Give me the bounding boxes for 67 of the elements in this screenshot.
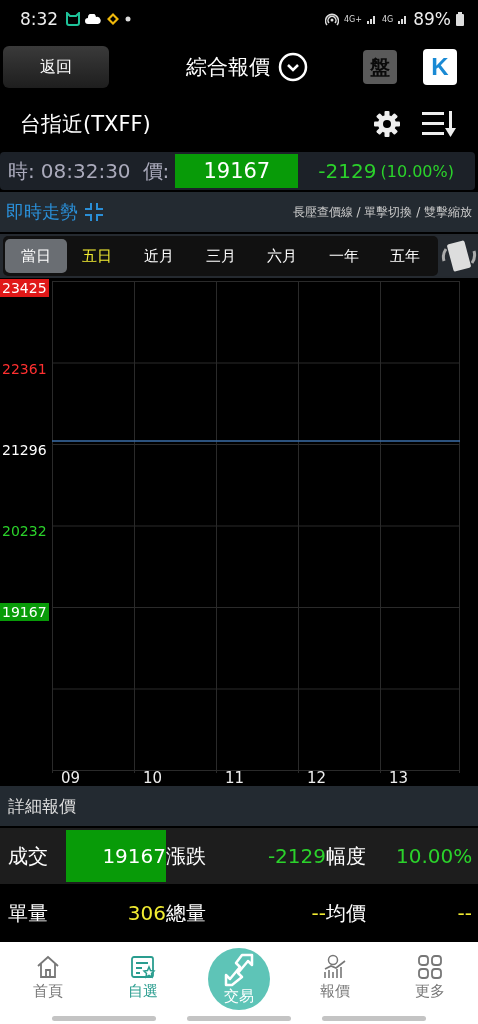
price-label: 價: — [142, 157, 170, 185]
pan-button[interactable]: 盤 — [363, 50, 397, 84]
field-value: -2129 — [266, 844, 326, 868]
price-axis-label: 21296 — [1, 441, 48, 459]
field-label: 幅度 — [326, 842, 367, 870]
last-price: 19167 — [175, 154, 299, 188]
chart-coin-icon — [321, 954, 348, 980]
star-list-icon — [130, 954, 157, 980]
nav-tab[interactable]: 自選 — [122, 950, 165, 1006]
nav-tab[interactable]: 報價 — [313, 950, 356, 1006]
field-value: -- — [310, 901, 326, 925]
section-title: 詳細報價 — [8, 794, 76, 818]
price-axis-label: 20232 — [1, 522, 48, 540]
nav-tab[interactable]: 更多 — [409, 950, 452, 1006]
network-label: 4G — [381, 14, 394, 24]
price-axis-label: 23425 — [0, 279, 49, 297]
k-button[interactable]: K — [423, 49, 457, 85]
network-label: 4G+ — [343, 14, 362, 24]
grid-icon — [417, 954, 444, 980]
field-value: 10.00% — [396, 844, 473, 868]
page-title: 綜合報價 — [186, 54, 270, 81]
time-axis-label: 11 — [225, 769, 245, 787]
field-label: 均價 — [326, 899, 367, 927]
hotspot-icon — [324, 12, 339, 26]
price-axis-label: 19167 — [0, 603, 49, 621]
period-tab[interactable]: 一年 — [312, 239, 375, 273]
section-title: 即時走勢 — [6, 200, 78, 224]
battery-percent: 89% — [413, 9, 451, 29]
field-value: 19167 — [66, 830, 166, 882]
battery-icon — [456, 12, 464, 26]
price-axis-label: 22361 — [1, 360, 48, 378]
symbol-name: 台指近(TXFF) — [20, 111, 152, 138]
period-tab[interactable]: 當日 — [5, 239, 67, 273]
period-tab[interactable]: 五年 — [374, 239, 437, 273]
diamond-icon — [106, 12, 121, 26]
collapse-icon[interactable] — [84, 202, 104, 222]
cat-icon — [66, 12, 81, 26]
field-label: 總量 — [166, 899, 207, 927]
field-label: 單量 — [8, 899, 49, 927]
settings-icon[interactable] — [372, 109, 402, 139]
field-label: 漲跌 — [166, 842, 207, 870]
time-axis-label: 13 — [389, 769, 409, 787]
time-axis-label: 10 — [143, 769, 163, 787]
sort-icon[interactable] — [422, 110, 458, 138]
dot-icon — [125, 16, 132, 22]
period-tab[interactable]: 六月 — [251, 239, 313, 273]
signal-icon — [398, 14, 409, 24]
field-value: -- — [456, 901, 472, 925]
status-time: 8:32 — [20, 9, 59, 29]
dropdown-icon[interactable] — [278, 52, 308, 82]
field-label: 成交 — [8, 842, 49, 870]
cloud-icon — [85, 14, 102, 24]
signal-icon — [366, 14, 377, 24]
field-value: 306 — [126, 901, 166, 925]
chart-hint: 長壓查價線 / 單擊切換 / 雙擊縮放 — [292, 203, 472, 221]
time-axis-label: 12 — [307, 769, 327, 787]
arrows-icon — [224, 952, 254, 987]
period-tab[interactable]: 近月 — [128, 239, 190, 273]
price-change: -2129 — [318, 159, 377, 183]
change-percent: (10.00%) — [380, 161, 454, 181]
time-label: 時: — [8, 157, 35, 185]
quote-time: 08:32:30 — [40, 159, 131, 183]
back-button[interactable]: 返回 — [3, 46, 109, 88]
nav-tab[interactable]: 首頁 — [26, 950, 69, 1006]
period-tab[interactable]: 五日 — [66, 239, 129, 273]
period-tab[interactable]: 三月 — [189, 239, 252, 273]
time-axis-label: 09 — [61, 769, 81, 787]
